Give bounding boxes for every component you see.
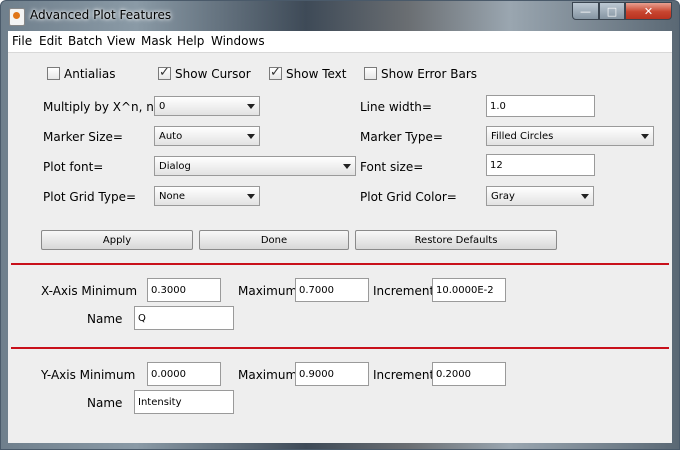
chevron-down-icon: [247, 134, 255, 139]
menu-bar: File Edit Batch View Mask Help Windows: [8, 31, 672, 53]
x-axis-maximum-field[interactable]: 0.7000: [295, 278, 369, 302]
x-axis-maximum-label: Maximum: [238, 284, 298, 298]
x-axis-minimum-field[interactable]: 0.3000: [147, 278, 221, 302]
show-error-bars-label: Show Error Bars: [381, 67, 478, 81]
grid-type-label: Plot Grid Type=: [43, 190, 137, 204]
x-axis-minimum-value: 0.3000: [151, 285, 186, 296]
marker-size-value: Auto: [159, 131, 183, 142]
menu-batch[interactable]: Batch: [68, 34, 103, 48]
x-axis-name-value: Q: [138, 313, 146, 324]
x-axis-name-label: Name: [87, 312, 123, 326]
chevron-down-icon: [247, 194, 255, 199]
x-axis-minimum-label: X-Axis Minimum: [41, 284, 138, 298]
y-axis-name-label: Name: [87, 396, 123, 410]
menu-edit[interactable]: Edit: [39, 34, 62, 48]
show-text-checkbox[interactable]: [269, 65, 282, 80]
maximize-button[interactable]: □: [599, 2, 625, 20]
minimize-icon: —: [580, 4, 591, 18]
settings-panel: Antialias Show Cursor Show Text Show Err…: [8, 53, 672, 443]
x-axis-increment-label: Increment: [373, 284, 435, 298]
window-title: Advanced Plot Features: [30, 8, 172, 22]
font-size-value: 12: [490, 160, 503, 171]
x-axis-name-field[interactable]: Q: [134, 306, 234, 330]
section-divider: [11, 347, 669, 349]
y-axis-increment-field[interactable]: 0.2000: [432, 362, 506, 386]
close-button[interactable]: ✕: [625, 2, 672, 20]
grid-type-dropdown[interactable]: None: [154, 186, 260, 206]
section-divider: [11, 263, 669, 265]
y-axis-minimum-field[interactable]: 0.0000: [147, 362, 221, 386]
y-axis-minimum-value: 0.0000: [151, 369, 186, 380]
menu-file[interactable]: File: [12, 34, 32, 48]
chevron-down-icon: [641, 134, 649, 139]
show-cursor-checkbox[interactable]: [158, 65, 171, 80]
show-cursor-label: Show Cursor: [175, 67, 251, 81]
x-axis-increment-value: 10.0000E-2: [436, 285, 494, 296]
restore-defaults-button[interactable]: Restore Defaults: [355, 230, 557, 250]
line-width-field[interactable]: 1.0: [486, 95, 595, 117]
marker-type-dropdown[interactable]: Filled Circles: [486, 126, 654, 146]
line-width-label: Line width=: [360, 100, 432, 114]
java-app-icon[interactable]: [9, 8, 25, 26]
y-axis-maximum-label: Maximum: [238, 368, 298, 382]
marker-type-label: Marker Type=: [360, 130, 443, 144]
plot-font-label: Plot font=: [43, 160, 104, 174]
done-button[interactable]: Done: [199, 230, 349, 250]
x-axis-maximum-value: 0.7000: [299, 285, 334, 296]
y-axis-maximum-value: 0.9000: [299, 369, 334, 380]
y-axis-name-field[interactable]: Intensity: [134, 390, 234, 414]
menu-mask[interactable]: Mask: [141, 34, 172, 48]
menu-help[interactable]: Help: [177, 34, 204, 48]
font-size-field[interactable]: 12: [486, 154, 595, 176]
grid-type-value: None: [159, 191, 186, 202]
grid-color-value: Gray: [491, 191, 515, 202]
y-axis-maximum-field[interactable]: 0.9000: [295, 362, 369, 386]
multiply-label: Multiply by X^n, n =: [43, 100, 168, 114]
y-axis-minimum-label: Y-Axis Minimum: [41, 368, 136, 382]
menu-view[interactable]: View: [107, 34, 135, 48]
antialias-label: Antialias: [64, 67, 116, 81]
grid-color-label: Plot Grid Color=: [360, 190, 457, 204]
line-width-value: 1.0: [490, 101, 506, 112]
chevron-down-icon: [343, 164, 351, 169]
multiply-exponent-dropdown[interactable]: 0: [154, 96, 260, 116]
maximize-icon: □: [606, 4, 618, 18]
y-axis-increment-value: 0.2000: [436, 369, 471, 380]
marker-size-label: Marker Size=: [43, 130, 123, 144]
app-window: Advanced Plot Features — □ ✕ File Edit B…: [0, 0, 680, 450]
y-axis-increment-label: Increment: [373, 368, 435, 382]
grid-color-dropdown[interactable]: Gray: [486, 186, 594, 206]
y-axis-name-value: Intensity: [138, 397, 182, 408]
title-bar[interactable]: Advanced Plot Features — □ ✕: [1, 1, 679, 31]
plot-font-dropdown[interactable]: Dialog: [154, 156, 356, 176]
menu-windows[interactable]: Windows: [211, 34, 265, 48]
marker-size-dropdown[interactable]: Auto: [154, 126, 260, 146]
marker-type-value: Filled Circles: [491, 131, 554, 142]
font-size-label: Font size=: [360, 160, 424, 174]
close-icon: ✕: [643, 4, 654, 18]
chevron-down-icon: [247, 104, 255, 109]
multiply-exponent-value: 0: [159, 101, 166, 112]
minimize-button[interactable]: —: [572, 2, 599, 20]
show-error-bars-checkbox[interactable]: [364, 67, 377, 80]
antialias-checkbox[interactable]: [47, 67, 60, 80]
chevron-down-icon: [581, 194, 589, 199]
show-text-label: Show Text: [286, 67, 347, 81]
x-axis-increment-field[interactable]: 10.0000E-2: [432, 278, 506, 302]
plot-font-value: Dialog: [159, 161, 191, 172]
apply-button[interactable]: Apply: [41, 230, 193, 250]
